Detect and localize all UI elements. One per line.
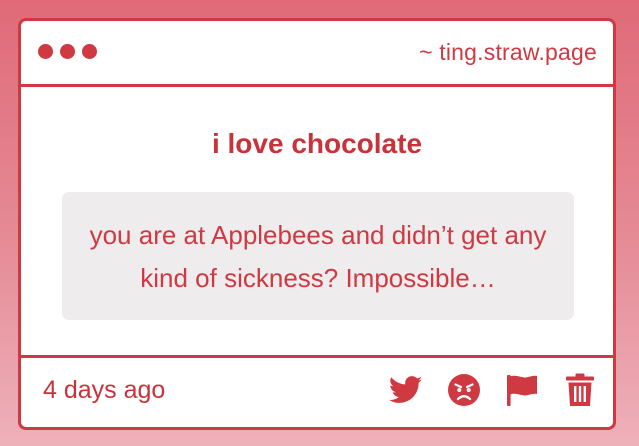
card-header: ~ ting.straw.page xyxy=(21,21,613,87)
delete-button[interactable] xyxy=(562,372,598,408)
react-angry-button[interactable] xyxy=(446,372,482,408)
post-content: i love chocolate you are at Applebees an… xyxy=(21,87,613,361)
action-bar xyxy=(388,372,598,408)
dot-icon xyxy=(38,44,53,59)
message-box: you are at Applebees and didn’t get any … xyxy=(62,192,574,320)
timestamp: 4 days ago xyxy=(43,376,166,404)
card-footer: 4 days ago xyxy=(21,355,613,427)
message-text: you are at Applebees and didn’t get any … xyxy=(89,220,547,293)
dot-icon xyxy=(82,44,97,59)
report-flag-button[interactable] xyxy=(504,372,540,408)
post-title: i love chocolate xyxy=(211,128,423,159)
twitter-share-button[interactable] xyxy=(388,372,424,408)
twitter-icon xyxy=(389,376,423,403)
post-card: ~ ting.straw.page i love chocolate you a… xyxy=(18,18,616,430)
angry-face-icon xyxy=(448,374,480,406)
site-link[interactable]: ~ ting.straw.page xyxy=(419,39,597,66)
dot-icon xyxy=(60,44,75,59)
flag-icon xyxy=(507,375,537,406)
window-dots xyxy=(38,44,97,59)
trash-icon xyxy=(566,373,594,406)
